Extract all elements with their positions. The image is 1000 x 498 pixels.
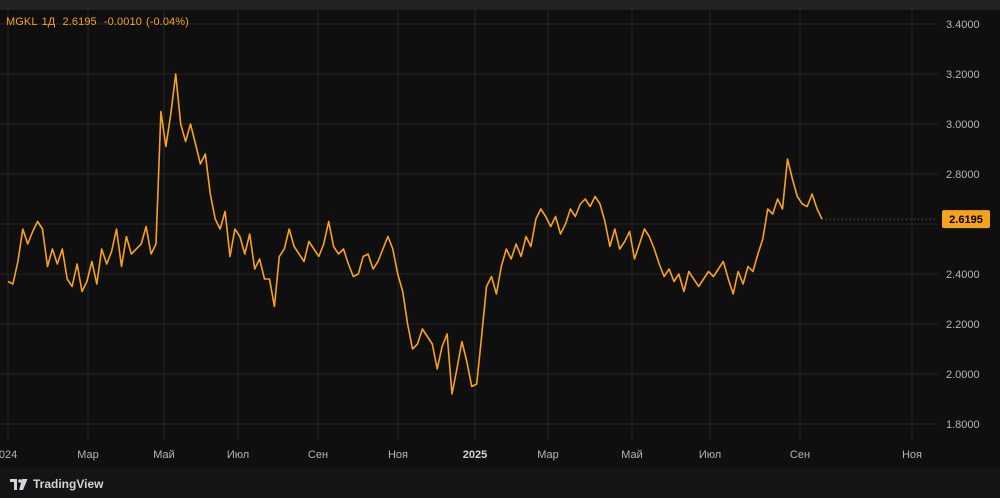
x-tick-label: Мар (77, 449, 99, 461)
series-group (7, 73, 823, 395)
price-chart[interactable]: 3.40003.20003.00002.80002.60002.40002.20… (0, 0, 1000, 468)
y-tick-label: 3.2000 (946, 69, 980, 81)
chart-footer (0, 468, 1000, 498)
brand-name: TradingView (33, 477, 104, 491)
x-tick-label: Май (153, 449, 175, 461)
legend-interval: 1Д (41, 16, 56, 28)
last-price-badge-group: 2.6195 (822, 210, 990, 229)
symbol-legend: MGKL 1Д 2.6195 -0.0010 (-0.04%) (6, 16, 193, 28)
y-tick-label: 2.0000 (946, 369, 980, 381)
y-tick-label: 2.2000 (946, 319, 980, 331)
x-tick-label: Сен (790, 449, 810, 461)
x-tick-label: Июл (227, 449, 249, 461)
time-axis: 024 Мар Май Июл Сен Ноя 2025 Мар Май Июл Сен Ноя (0, 449, 922, 461)
y-tick-label: 2.4000 (946, 269, 980, 281)
legend-change: -0.0010 (103, 16, 142, 28)
x-tick-label: Сен (308, 449, 328, 461)
tradingview-brand[interactable]: TradingView (10, 477, 103, 491)
x-tick-label: Ноя (902, 449, 922, 461)
legend-symbol[interactable]: MGKL (6, 16, 38, 28)
y-tick-label: 1.8000 (946, 419, 980, 431)
y-tick-label: 2.8000 (946, 169, 980, 181)
legend-change-pct: (-0.04%) (145, 16, 189, 28)
last-price-label: 2.6195 (949, 214, 983, 226)
price-line (7, 73, 823, 395)
y-tick-label: 3.4000 (946, 19, 980, 31)
x-tick-label: 024 (0, 449, 17, 461)
x-tick-label: Ноя (388, 449, 408, 461)
legend-price: 2.6195 (62, 16, 97, 28)
x-tick-label: Июл (699, 449, 721, 461)
x-tick-label: 2025 (463, 449, 487, 461)
y-tick-label: 3.0000 (946, 119, 980, 131)
x-tick-label: Май (621, 449, 643, 461)
tradingview-logo-icon (10, 478, 28, 490)
x-tick-label: Мар (537, 449, 559, 461)
